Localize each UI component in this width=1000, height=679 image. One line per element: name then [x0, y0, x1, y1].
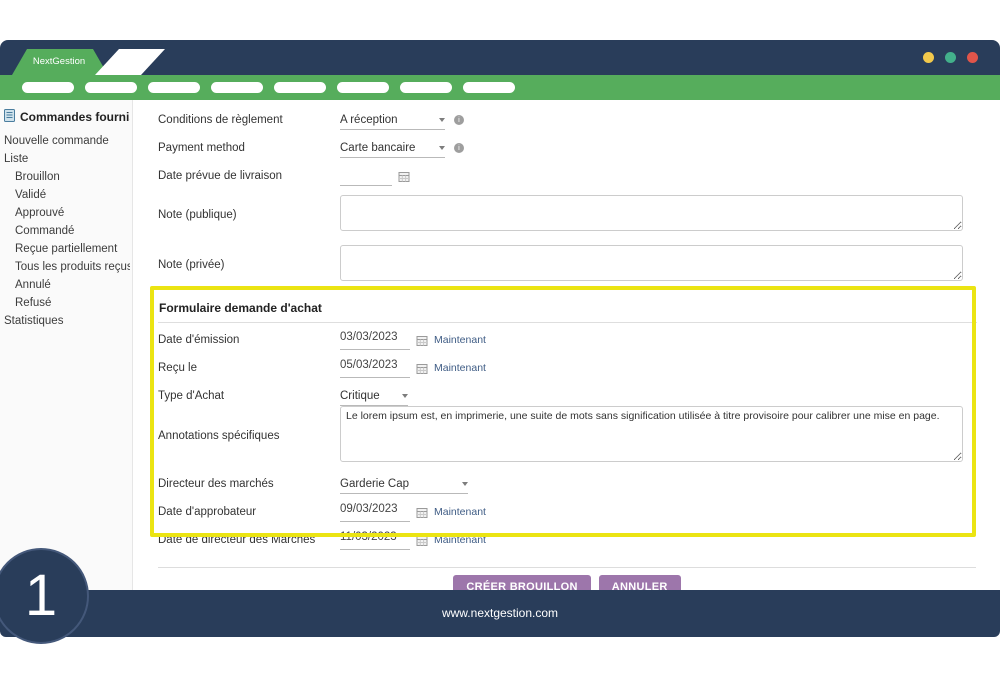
now-link[interactable]: Maintenant	[434, 531, 486, 546]
sidebar-item-recue-partiellement[interactable]: Reçue partiellement	[4, 240, 130, 258]
field-label: Note (privée)	[158, 256, 340, 271]
sidebar-item-approuve[interactable]: Approuvé	[4, 204, 130, 222]
brand-tab[interactable]: NextGestion	[10, 49, 108, 75]
payment-terms-select[interactable]: A réception	[340, 111, 445, 130]
approver-date-input[interactable]: 09/03/2023	[340, 503, 410, 522]
main-area: Commandes fournis... Nouvelle commande L…	[0, 100, 1000, 590]
field-label: Payment method	[158, 139, 340, 154]
calendar-icon[interactable]	[416, 334, 428, 352]
info-icon[interactable]	[454, 115, 464, 125]
form-row-market-director: Directeur des marchés Garderie Cap	[158, 475, 963, 494]
sidebar-item-statistiques[interactable]: Statistiques	[4, 312, 130, 330]
nav-pill[interactable]	[463, 82, 515, 93]
calendar-icon[interactable]	[398, 170, 410, 188]
field-label: Type d'Achat	[158, 387, 340, 402]
now-link[interactable]: Maintenant	[434, 359, 486, 374]
field-label: Date d'approbateur	[158, 503, 340, 518]
form-row-approver-date: Date d'approbateur 09/03/2023 Maintenant	[158, 503, 963, 522]
title-bar: NextGestion	[0, 40, 1000, 75]
calendar-icon[interactable]	[416, 506, 428, 524]
secondary-tab[interactable]	[95, 49, 165, 75]
nav-pill[interactable]	[85, 82, 137, 93]
document-icon	[4, 109, 15, 125]
field-label: Reçu le	[158, 359, 340, 374]
director-date-input[interactable]: 11/03/2023	[340, 531, 410, 550]
now-link[interactable]: Maintenant	[434, 503, 486, 518]
nav-pill[interactable]	[148, 82, 200, 93]
calendar-icon[interactable]	[416, 534, 428, 552]
chevron-down-icon	[439, 146, 445, 150]
nav-pill[interactable]	[274, 82, 326, 93]
form-row-payment-method: Payment method Carte bancaire	[158, 139, 963, 158]
section-title: Formulaire demande d'achat	[158, 295, 977, 323]
maximize-dot-icon[interactable]	[945, 52, 956, 63]
sidebar-item-refuse[interactable]: Refusé	[4, 294, 130, 312]
sidebar-item-commande[interactable]: Commandé	[4, 222, 130, 240]
form-row-annotations: Annotations spécifiques Le lorem ipsum e…	[158, 406, 963, 462]
field-label: Conditions de règlement	[158, 111, 340, 126]
field-label: Date prévue de livraison	[158, 167, 340, 182]
window-controls	[923, 52, 978, 63]
field-label: Date d'émission	[158, 331, 340, 346]
note-public-textarea[interactable]	[340, 195, 963, 231]
note-private-textarea[interactable]	[340, 245, 963, 281]
field-label: Annotations spécifiques	[158, 427, 340, 442]
sidebar: Commandes fournis... Nouvelle commande L…	[0, 100, 133, 590]
form-row-delivery-date: Date prévue de livraison	[158, 167, 963, 186]
page-number: 1	[25, 563, 57, 628]
form-row-received-date: Reçu le 05/03/2023 Maintenant	[158, 359, 963, 378]
issue-date-input[interactable]: 03/03/2023	[340, 331, 410, 350]
brand-label: NextGestion	[33, 56, 85, 67]
form-row-payment-terms: Conditions de règlement A réception	[158, 111, 963, 130]
field-label: Directeur des marchés	[158, 475, 340, 490]
sidebar-title-label: Commandes fournis...	[20, 110, 130, 124]
market-director-value: Garderie Cap	[340, 478, 409, 490]
sidebar-item-annule[interactable]: Annulé	[4, 276, 130, 294]
info-icon[interactable]	[454, 143, 464, 153]
form-row-note-public: Note (publique)	[158, 195, 963, 231]
sidebar-item-produits-recus[interactable]: Tous les produits reçus	[4, 258, 130, 276]
annotations-textarea[interactable]: Le lorem ipsum est, en imprimerie, une s…	[340, 406, 963, 462]
nav-pill[interactable]	[211, 82, 263, 93]
form-row-director-date: Date de directeur des Marchés 11/03/2023…	[158, 531, 963, 550]
form-row-purchase-type: Type d'Achat Critique	[158, 387, 963, 406]
chevron-down-icon	[402, 394, 408, 398]
chevron-down-icon	[462, 482, 468, 486]
market-director-select[interactable]: Garderie Cap	[340, 475, 468, 494]
sidebar-title[interactable]: Commandes fournis...	[4, 109, 130, 125]
payment-method-value: Carte bancaire	[340, 142, 415, 154]
payment-method-select[interactable]: Carte bancaire	[340, 139, 445, 158]
calendar-icon[interactable]	[416, 362, 428, 380]
field-label: Note (publique)	[158, 206, 340, 221]
app-window: NextGestion Commandes fournis... Nouvell…	[0, 0, 1000, 679]
form-row-note-private: Note (privée)	[158, 245, 963, 281]
delivery-date-input[interactable]	[340, 167, 392, 186]
nav-pill[interactable]	[22, 82, 74, 93]
close-dot-icon[interactable]	[967, 52, 978, 63]
purchase-type-value: Critique	[340, 390, 380, 402]
now-link[interactable]: Maintenant	[434, 331, 486, 346]
sidebar-item-brouillon[interactable]: Brouillon	[4, 168, 130, 186]
chevron-down-icon	[439, 118, 445, 122]
field-label: Date de directeur des Marchés	[158, 531, 340, 546]
sidebar-item-liste[interactable]: Liste	[4, 150, 130, 168]
footer-url: www.nextgestion.com	[442, 606, 558, 620]
sidebar-item-nouvelle-commande[interactable]: Nouvelle commande	[4, 132, 130, 150]
order-form: Conditions de règlement A réception Paym…	[134, 100, 1000, 590]
minimize-dot-icon[interactable]	[923, 52, 934, 63]
nav-pill[interactable]	[337, 82, 389, 93]
payment-terms-value: A réception	[340, 114, 398, 126]
form-row-issue-date: Date d'émission 03/03/2023 Maintenant	[158, 331, 963, 350]
footer-bar: www.nextgestion.com	[0, 590, 1000, 637]
sidebar-item-valide[interactable]: Validé	[4, 186, 130, 204]
main-nav-bar	[0, 75, 1000, 100]
nav-pill[interactable]	[400, 82, 452, 93]
purchase-type-select[interactable]: Critique	[340, 387, 408, 406]
received-date-input[interactable]: 05/03/2023	[340, 359, 410, 378]
